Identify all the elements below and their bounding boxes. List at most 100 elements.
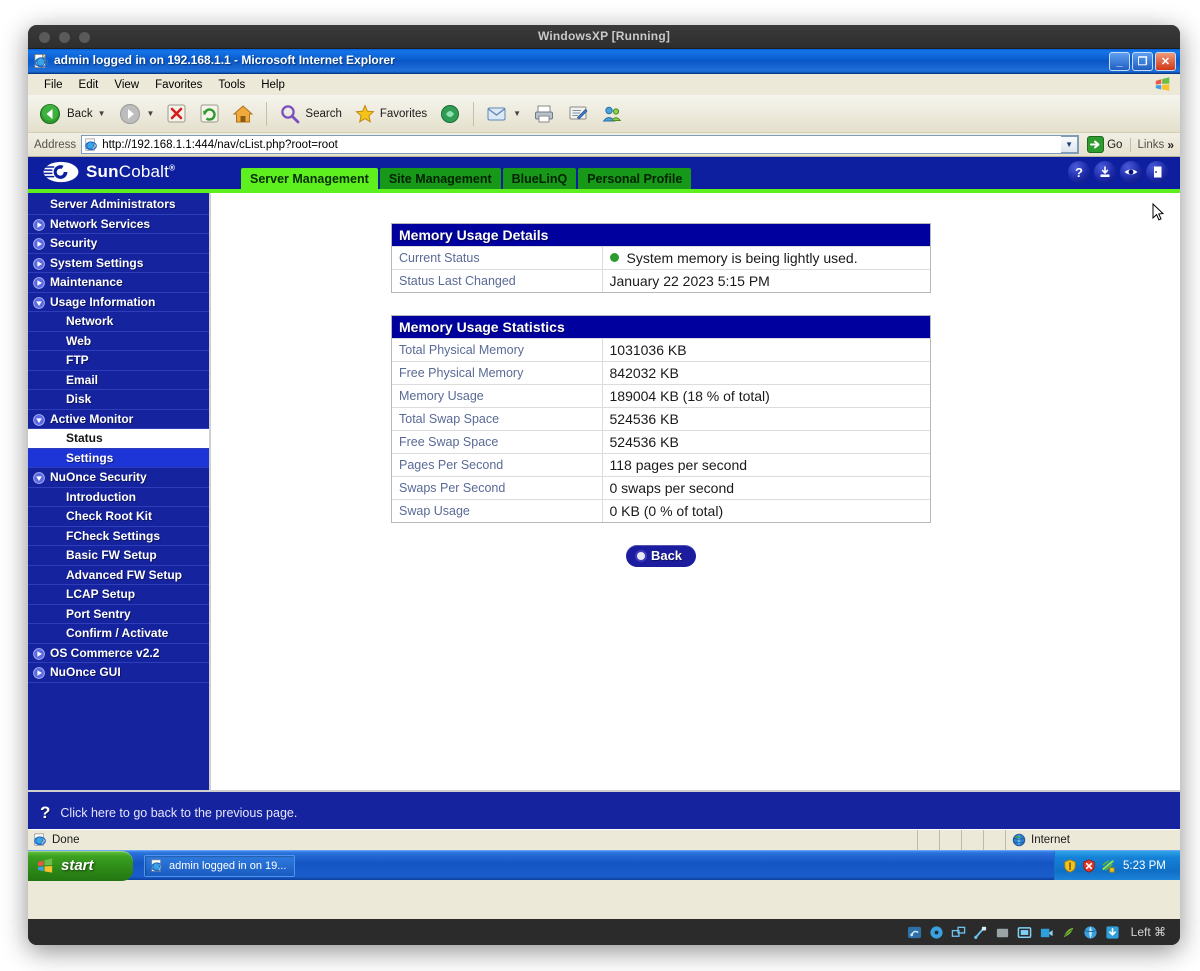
- sidebar-item-active-monitor[interactable]: Active Monitor: [28, 410, 209, 429]
- status-text: System memory is being lightly used.: [626, 250, 858, 266]
- sidebar-item-disk[interactable]: Disk: [28, 390, 209, 410]
- go-button[interactable]: Go: [1079, 136, 1130, 153]
- tab-server-management[interactable]: Server Management: [241, 168, 378, 189]
- refresh-button[interactable]: [194, 101, 225, 126]
- address-input[interactable]: http://192.168.1.1:444/nav/cList.php?roo…: [81, 135, 1080, 154]
- sidebar-item-network[interactable]: Network: [28, 312, 209, 332]
- row-value: 524536 KB: [602, 430, 930, 454]
- page-back-button[interactable]: Back: [625, 545, 697, 567]
- virtualbox-titlebar: WindowsXP [Running]: [28, 25, 1180, 49]
- security-shield-icon[interactable]: [1063, 858, 1077, 873]
- menu-tools[interactable]: Tools: [210, 77, 253, 93]
- sidebar-item-lcap-setup[interactable]: LCAP Setup: [28, 585, 209, 605]
- menu-favorites[interactable]: Favorites: [147, 77, 210, 93]
- row-label: Free Swap Space: [392, 430, 603, 454]
- stop-button[interactable]: [161, 101, 192, 126]
- menu-file[interactable]: File: [36, 77, 71, 93]
- tab-site-management[interactable]: Site Management: [379, 168, 501, 189]
- chevron-down-icon[interactable]: [33, 413, 45, 426]
- sidebar-item-basic-fw-setup[interactable]: Basic FW Setup: [28, 546, 209, 566]
- chevron-right-icon[interactable]: »: [1167, 138, 1174, 152]
- mail-dropdown-caret[interactable]: ▼: [513, 109, 521, 118]
- sidebar-item-maintenance[interactable]: Maintenance: [28, 273, 209, 293]
- sidebar-item-email[interactable]: Email: [28, 371, 209, 390]
- tab-personal-profile[interactable]: Personal Profile: [578, 168, 692, 189]
- sidebar-item-check-root-kit[interactable]: Check Root Kit: [28, 507, 209, 527]
- sidebar-item-server-administrators[interactable]: Server Administrators: [28, 195, 209, 215]
- mail-button[interactable]: ▼: [481, 102, 526, 126]
- sidebar-item-web[interactable]: Web: [28, 332, 209, 351]
- save-icon[interactable]: [1094, 161, 1116, 183]
- menu-edit[interactable]: Edit: [71, 77, 107, 93]
- back-dropdown-caret[interactable]: ▼: [98, 109, 106, 118]
- sidebar-item-security[interactable]: Security: [28, 234, 209, 254]
- hard-disk-icon[interactable]: [907, 925, 922, 940]
- media-button[interactable]: [434, 101, 466, 127]
- logout-door-icon[interactable]: [1146, 161, 1168, 183]
- search-button[interactable]: Search: [274, 101, 346, 127]
- forward-dropdown-caret[interactable]: ▼: [147, 109, 155, 118]
- sidebar-item-network-services[interactable]: Network Services: [28, 215, 209, 234]
- sidebar-item-confirm-activate[interactable]: Confirm / Activate: [28, 624, 209, 644]
- address-dropdown-button[interactable]: ▼: [1061, 136, 1079, 153]
- chevron-right-icon[interactable]: [33, 667, 45, 679]
- edit-button[interactable]: [562, 101, 594, 127]
- back-button-wrap: Back: [391, 545, 931, 567]
- sidebar-item-nuonce-security[interactable]: NuOnce Security: [28, 468, 209, 488]
- tray-clock[interactable]: 5:23 PM: [1123, 860, 1166, 872]
- chevron-down-icon[interactable]: [33, 472, 45, 484]
- chevron-right-icon[interactable]: [33, 238, 45, 250]
- favorites-button[interactable]: Favorites: [349, 101, 432, 127]
- preview-eye-icon[interactable]: [1120, 161, 1142, 183]
- sidebar-item-nuonce-gui[interactable]: NuOnce GUI: [28, 663, 209, 683]
- print-button[interactable]: [528, 101, 560, 127]
- mouse-integration-icon[interactable]: [1061, 925, 1076, 940]
- sidebar-item-fcheck-settings[interactable]: FCheck Settings: [28, 527, 209, 546]
- sun-cobalt-logo: SunCobalt®: [42, 161, 175, 183]
- status-left: Done: [28, 833, 80, 847]
- shared-folder-icon[interactable]: [995, 925, 1010, 940]
- sidebar-item-advanced-fw-setup[interactable]: Advanced FW Setup: [28, 566, 209, 585]
- back-button[interactable]: Back ▼: [34, 100, 111, 128]
- links-button[interactable]: Links »: [1130, 137, 1180, 152]
- row-value: 0 swaps per second: [602, 476, 930, 500]
- chevron-down-icon[interactable]: [33, 296, 45, 309]
- network-icon[interactable]: [951, 925, 966, 940]
- cobalt-header: SunCobalt® Server Management Site Manage…: [28, 157, 1180, 189]
- row-value: 189004 KB (18 % of total): [602, 384, 930, 408]
- sidebar-item-ftp[interactable]: FTP: [28, 351, 209, 371]
- globe-icon[interactable]: [1083, 925, 1098, 940]
- usb-icon[interactable]: [973, 925, 988, 940]
- chevron-right-icon[interactable]: [33, 277, 45, 289]
- video-capture-icon[interactable]: [1039, 925, 1054, 940]
- chevron-right-icon[interactable]: [33, 257, 45, 270]
- sidebar-item-port-sentry[interactable]: Port Sentry: [28, 605, 209, 624]
- start-button[interactable]: start: [28, 850, 133, 881]
- chevron-right-icon[interactable]: [33, 218, 45, 231]
- home-button[interactable]: [227, 101, 259, 127]
- sidebar-item-status[interactable]: Status: [28, 429, 209, 449]
- messenger-button[interactable]: [596, 101, 628, 127]
- help-icon[interactable]: ?: [1068, 161, 1090, 183]
- sidebar-item-introduction[interactable]: Introduction: [28, 488, 209, 507]
- sidebar-item-system-settings[interactable]: System Settings: [28, 254, 209, 273]
- sidebar-item-usage-information[interactable]: Usage Information: [28, 293, 209, 312]
- forward-button[interactable]: ▼: [113, 100, 160, 128]
- menu-view[interactable]: View: [106, 77, 147, 93]
- host-key-icon[interactable]: [1105, 925, 1120, 940]
- minimize-button[interactable]: _: [1109, 52, 1130, 71]
- network-activity-icon[interactable]: [1101, 859, 1115, 873]
- optical-disk-icon[interactable]: [929, 925, 944, 940]
- sidebar-item-settings[interactable]: Settings: [28, 448, 209, 468]
- close-button[interactable]: ✕: [1155, 52, 1176, 71]
- menu-help[interactable]: Help: [253, 77, 293, 93]
- chevron-right-icon[interactable]: [33, 647, 45, 660]
- restore-button[interactable]: ❐: [1132, 52, 1153, 71]
- taskbar-item-ie[interactable]: admin logged in on 19...: [144, 854, 296, 877]
- display-icon[interactable]: [1017, 925, 1032, 940]
- security-zone[interactable]: Internet: [1005, 830, 1180, 850]
- antivirus-icon[interactable]: [1082, 858, 1096, 873]
- table-row: Total Physical Memory 1031036 KB: [392, 338, 930, 362]
- sidebar-item-os-commerce-v2-2[interactable]: OS Commerce v2.2: [28, 644, 209, 663]
- tab-bluelinq[interactable]: BlueLinQ: [502, 168, 577, 189]
